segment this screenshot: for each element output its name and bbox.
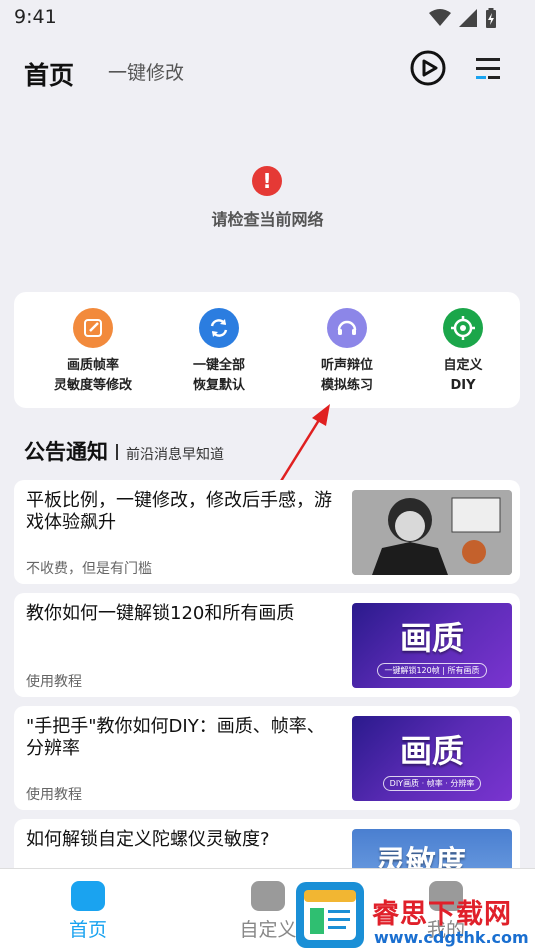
tab-label: 首页: [68, 919, 107, 941]
notices-header: 公告通知 前沿消息早知道: [24, 436, 524, 466]
quick-action-diy[interactable]: 自定义 DIY: [400, 308, 526, 396]
article-card[interactable]: 平板比例，一键修改，修改后手感，游戏体验飙升 不收费，但是有门槛: [14, 480, 520, 584]
thumbnail-headline: 画质: [399, 732, 464, 770]
thumbnail-headline: 画质: [399, 619, 464, 657]
notices-title: 公告通知: [24, 440, 108, 464]
menu-icon[interactable]: [474, 55, 502, 83]
crosshair-icon: [443, 308, 483, 348]
article-meta: 使用教程: [26, 787, 82, 803]
custom-icon: [251, 881, 285, 911]
article-thumbnail: 画质 一键解锁120帧 | 所有画质: [352, 603, 512, 688]
network-error: ! 请检查当前网络: [0, 160, 535, 240]
watermark-logo-icon: [296, 882, 364, 948]
refresh-icon: [199, 308, 239, 348]
headset-icon: [327, 308, 367, 348]
notices-subtitle: 前沿消息早知道: [126, 447, 224, 463]
page-title: 首页: [24, 61, 75, 90]
page-subtitle: 一键修改: [108, 62, 185, 84]
quick-action-label: 听声辩位 模拟练习: [320, 358, 373, 393]
article-card[interactable]: "手把手"教你如何DIY：画质、帧率、分辨率 使用教程 画质 DIY画质 · 帧…: [14, 706, 520, 810]
article-title: "手把手"教你如何DIY：画质、帧率、分辨率: [26, 716, 325, 759]
signal-icon: [459, 9, 477, 27]
play-icon[interactable]: [410, 50, 446, 86]
quick-action-label: 一键全部 恢复默认: [192, 358, 245, 393]
watermark-title: 睿思下载网: [372, 899, 512, 930]
article-thumbnail: [352, 490, 512, 575]
error-message: 请检查当前网络: [211, 210, 324, 229]
app-header: 首页 一键修改: [0, 40, 535, 100]
watermark: 睿思下载网 www.cdgthk.com: [296, 878, 535, 951]
article-thumbnail: 画质 DIY画质 · 帧率 · 分辨率: [352, 716, 512, 801]
thumbnail-caption: DIY画质 · 帧率 · 分辨率: [382, 776, 482, 791]
quick-actions-card: 画质帧率 灵敏度等修改 一键全部 恢复默认 听声辩位 模拟练习 自定义 DIY: [14, 292, 520, 408]
article-title: 如何解锁自定义陀螺仪灵敏度?: [26, 829, 270, 850]
battery-icon: [486, 8, 496, 28]
watermark-url: www.cdgthk.com: [374, 928, 529, 947]
quick-action-label: 自定义 DIY: [443, 358, 483, 393]
wifi-icon: [429, 9, 451, 26]
divider: [116, 444, 118, 460]
status-bar: 9:41: [0, 0, 535, 36]
quick-action-sound-practice[interactable]: 听声辩位 模拟练习: [284, 308, 410, 396]
error-icon: !: [252, 166, 282, 196]
status-time: 9:41: [14, 6, 57, 28]
quick-action-edit[interactable]: 画质帧率 灵敏度等修改: [30, 308, 156, 396]
edit-icon: [73, 308, 113, 348]
thumbnail-caption: 一键解锁120帧 | 所有画质: [377, 663, 487, 678]
tab-home[interactable]: 首页: [48, 881, 128, 942]
article-title: 平板比例，一键修改，修改后手感，游戏体验飙升: [26, 490, 332, 533]
status-icons: [429, 8, 497, 28]
quick-action-label: 画质帧率 灵敏度等修改: [53, 358, 132, 393]
article-title: 教你如何一键解锁120和所有画质: [26, 603, 295, 624]
home-icon: [71, 881, 105, 911]
article-meta: 使用教程: [26, 674, 82, 690]
article-card[interactable]: 教你如何一键解锁120和所有画质 使用教程 画质 一键解锁120帧 | 所有画质: [14, 593, 520, 697]
quick-action-reset[interactable]: 一键全部 恢复默认: [156, 308, 282, 396]
article-meta: 不收费，但是有门槛: [26, 561, 152, 577]
